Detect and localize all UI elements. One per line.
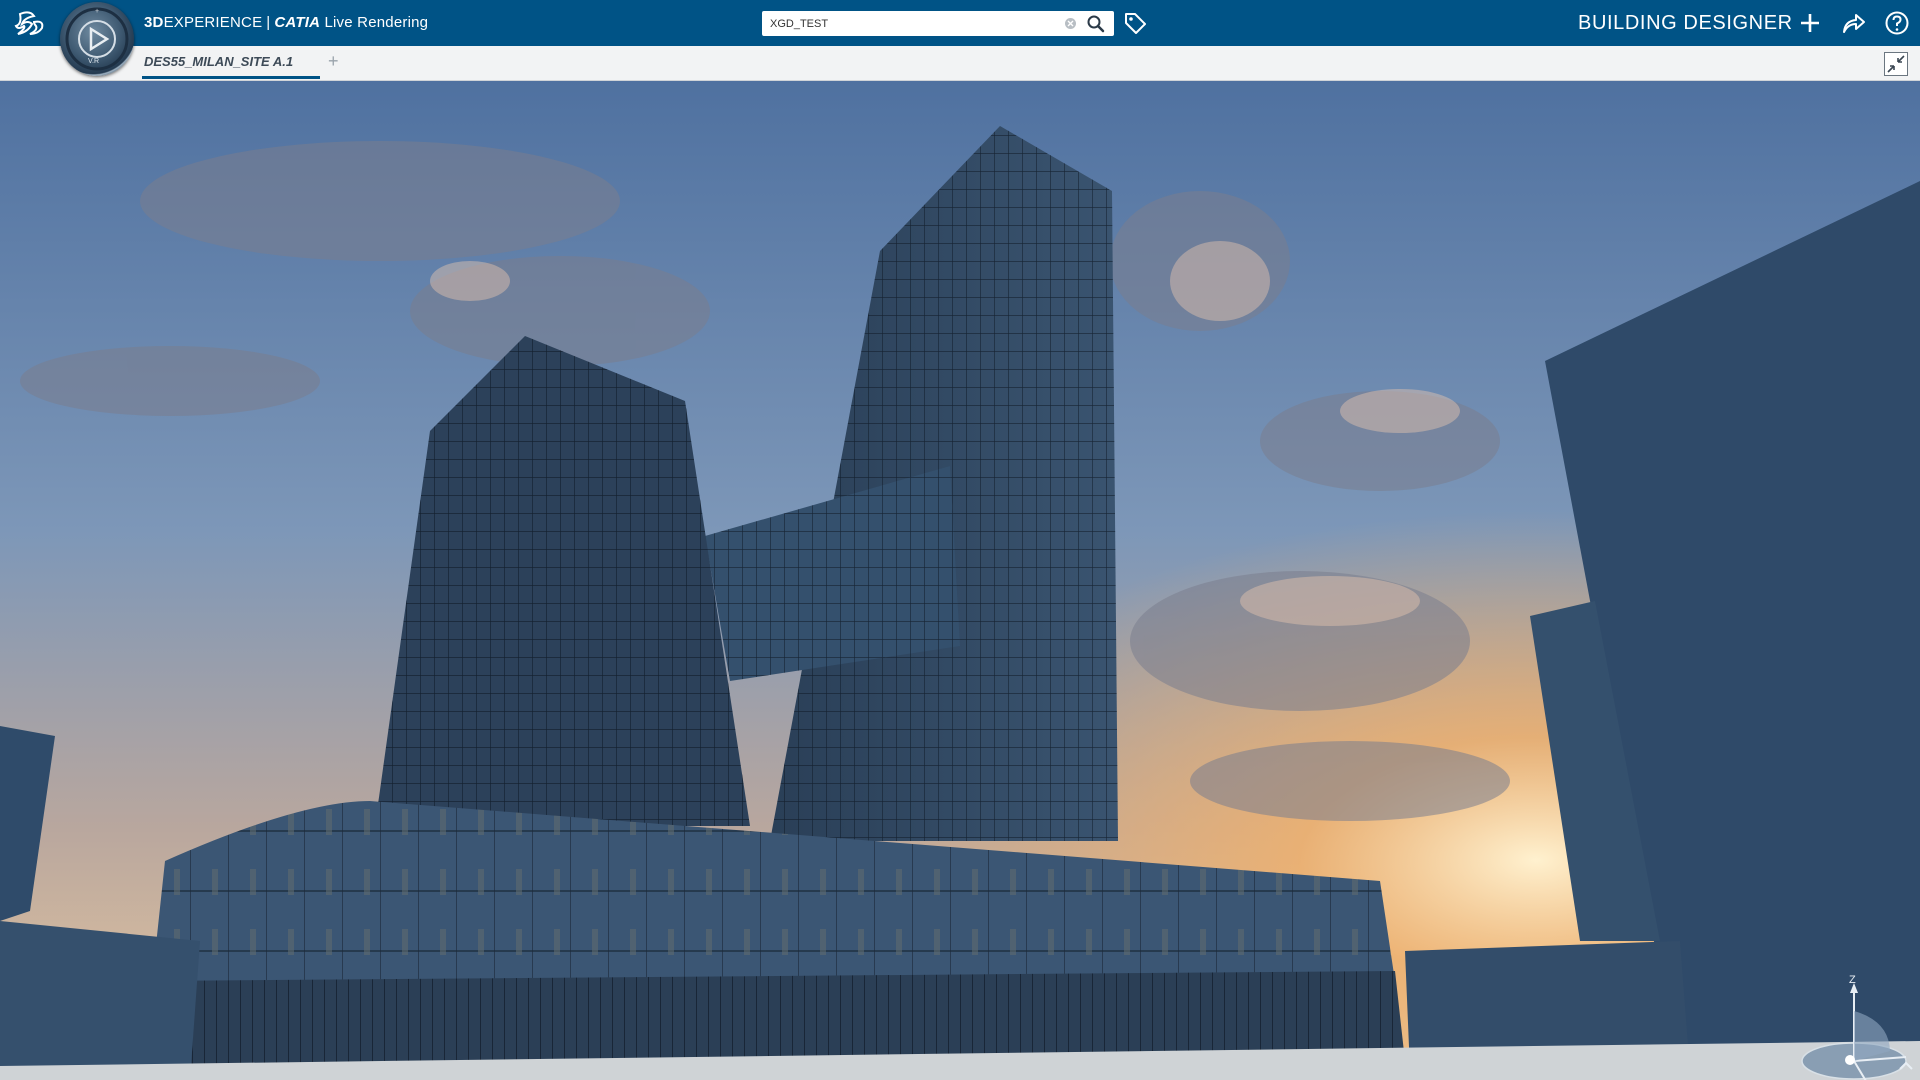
clear-icon[interactable] (1064, 17, 1077, 30)
share-icon[interactable] (1838, 8, 1868, 38)
tab-label: DES55_MILAN_SITE A.1 (144, 54, 294, 69)
tag-icon[interactable] (1122, 10, 1148, 36)
3ds-logo-icon[interactable] (14, 8, 48, 38)
compass-label: V.R (88, 58, 100, 65)
help-icon[interactable] (1882, 8, 1912, 38)
app-name: BUILDING DESIGNER (1578, 12, 1793, 34)
svg-text:+: + (95, 8, 99, 15)
top-bar: + V.R 3DEXPERIENCE | CATIA Live Rendering … (0, 0, 1920, 76)
collapse-icon[interactable] (1884, 52, 1908, 76)
building-render (0, 81, 1920, 1080)
add-tab-button[interactable]: + (328, 52, 339, 70)
plus-icon[interactable] (1795, 8, 1825, 38)
brand-catia: CATIA (274, 14, 321, 31)
search-input[interactable] (770, 15, 1060, 32)
brand-3d: 3D (144, 14, 164, 31)
brand-title: 3DEXPERIENCE | CATIA Live Rendering (144, 14, 428, 31)
search-box (762, 11, 1114, 36)
tab-des55-milan-site[interactable]: DES55_MILAN_SITE A.1 (142, 46, 320, 79)
axis-z-label: Z (1849, 974, 1856, 986)
brand-separator: | (266, 14, 271, 31)
brand-app-name: Live Rendering (324, 14, 429, 31)
tab-bar: DES55_MILAN_SITE A.1 + (0, 46, 1920, 81)
3d-viewport[interactable]: Z Y (0, 81, 1920, 1080)
search-icon[interactable] (1086, 14, 1106, 34)
compass-icon[interactable]: + V.R (60, 2, 134, 76)
chevron-up-icon[interactable] (1896, 1056, 1916, 1076)
brand-experience: EXPERIENCE (163, 14, 263, 31)
